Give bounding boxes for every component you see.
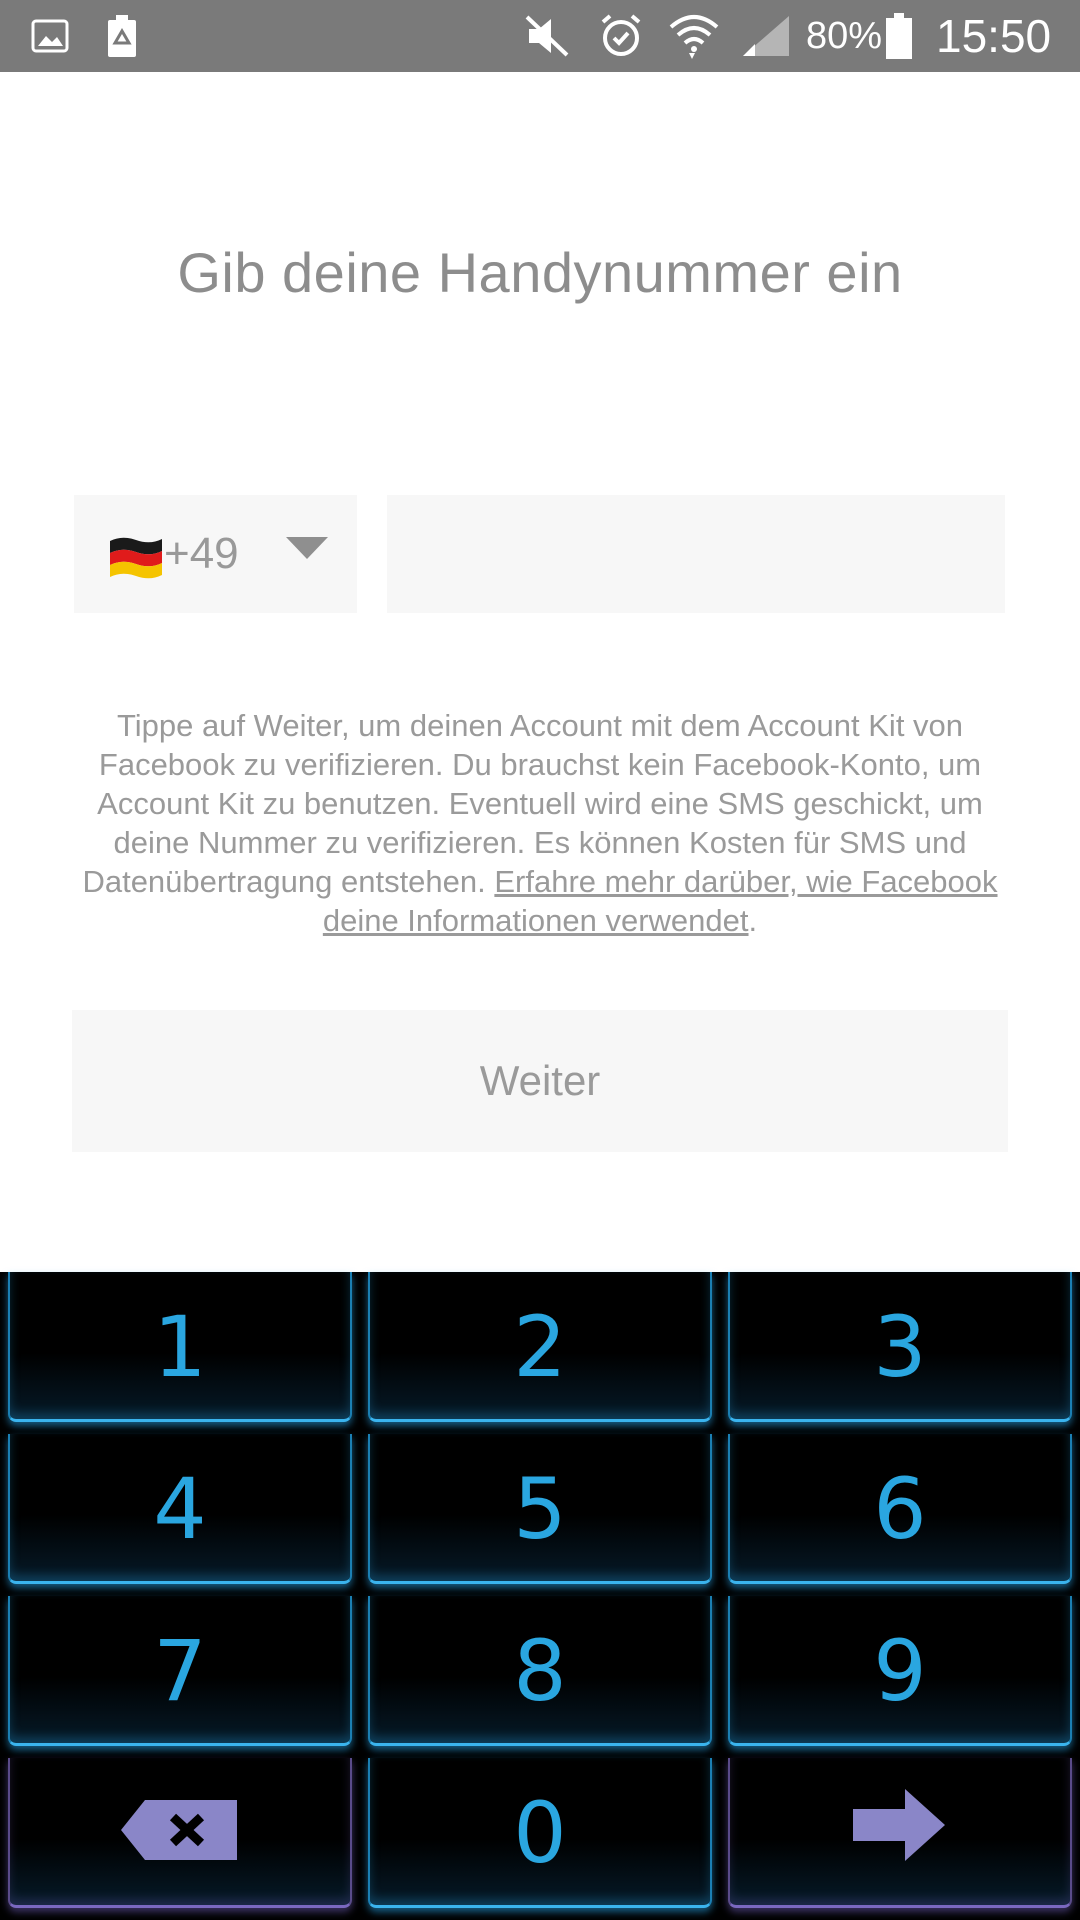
germany-flag-icon xyxy=(108,535,164,579)
status-bar: 80% 15:50 xyxy=(0,0,1080,72)
signal-icon xyxy=(740,0,792,72)
key-2[interactable]: 2 xyxy=(368,1272,712,1422)
next-key[interactable] xyxy=(728,1758,1072,1908)
key-9[interactable]: 9 xyxy=(728,1596,1072,1746)
battery-icon xyxy=(884,0,914,72)
battery-saver-icon xyxy=(100,0,144,72)
numeric-keyboard: 1 2 3 4 5 6 7 8 9 0 xyxy=(0,1272,1080,1920)
page-title: Gib deine Handynummer ein xyxy=(177,241,903,304)
battery-percent: 80% xyxy=(806,15,883,57)
next-button[interactable]: Weiter xyxy=(72,1010,1008,1152)
key-4[interactable]: 4 xyxy=(8,1434,352,1584)
key-5[interactable]: 5 xyxy=(368,1434,712,1584)
disclaimer-text: Tippe auf Weiter, um deinen Account mit … xyxy=(64,706,1016,940)
country-code-select[interactable]: +49 xyxy=(74,495,357,613)
clock: 15:50 xyxy=(936,10,1052,62)
backspace-key[interactable] xyxy=(8,1758,352,1908)
key-7[interactable]: 7 xyxy=(8,1596,352,1746)
wifi-icon xyxy=(666,0,722,72)
country-code: +49 xyxy=(164,529,239,578)
key-1[interactable]: 1 xyxy=(8,1272,352,1422)
disclaimer-suffix: . xyxy=(748,903,758,938)
key-0[interactable]: 0 xyxy=(368,1758,712,1908)
phone-number-input[interactable] xyxy=(387,495,1005,613)
chevron-down-icon xyxy=(284,535,330,563)
mute-icon xyxy=(522,0,572,72)
key-6[interactable]: 6 xyxy=(728,1434,1072,1584)
key-3[interactable]: 3 xyxy=(728,1272,1072,1422)
gallery-icon xyxy=(28,0,72,72)
key-8[interactable]: 8 xyxy=(368,1596,712,1746)
backspace-icon xyxy=(121,1757,239,1907)
next-arrow-icon xyxy=(853,1757,947,1907)
alarm-icon xyxy=(596,0,646,72)
